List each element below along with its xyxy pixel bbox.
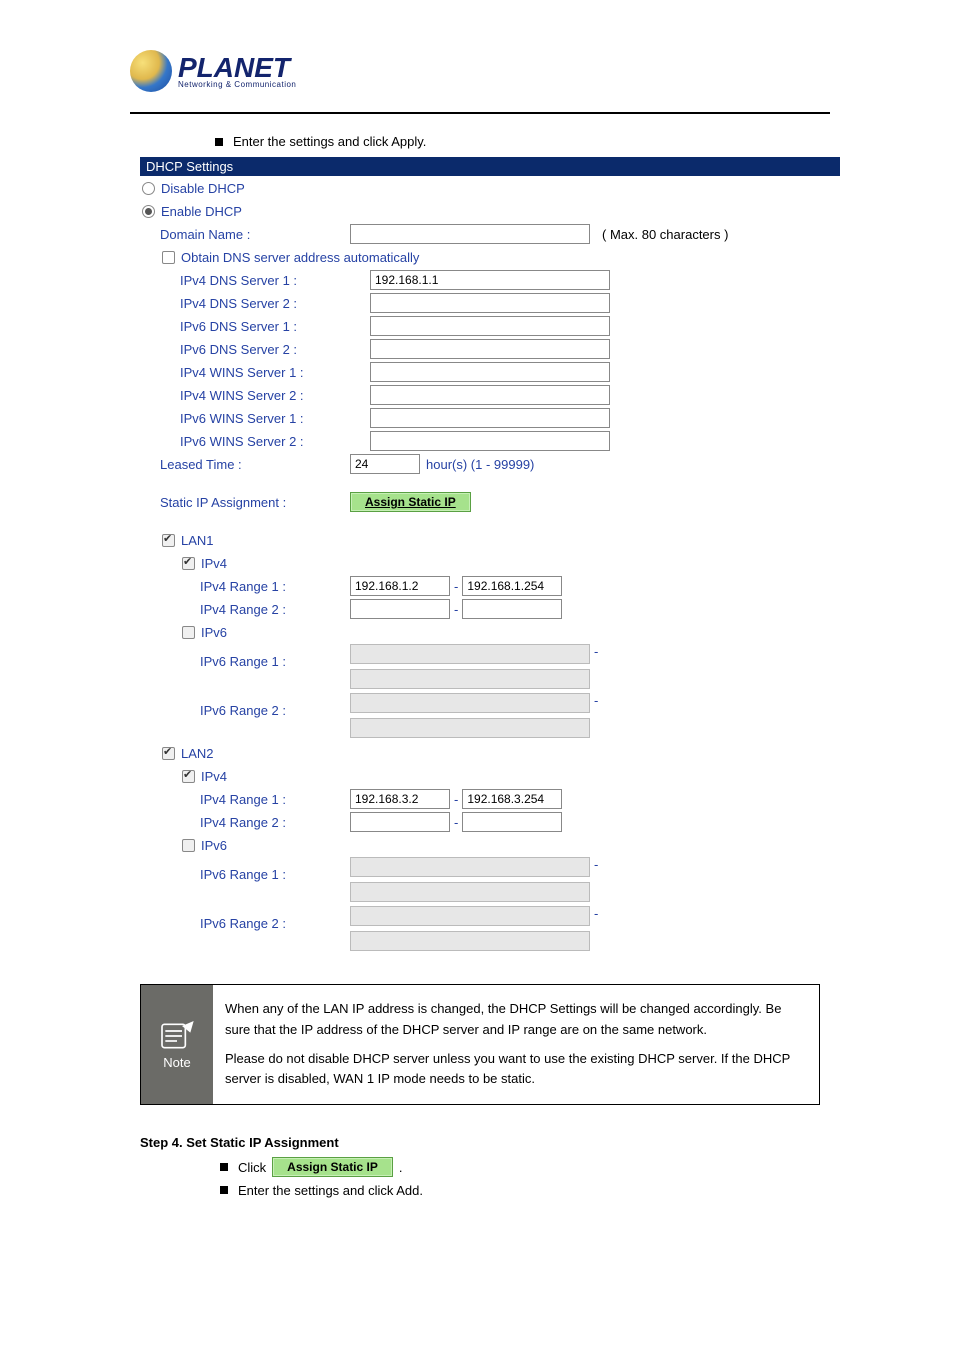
leased-time-input[interactable] [350, 454, 420, 474]
lan2-ipv6-range2-end-input [350, 931, 590, 951]
lan2-ipv4-checkbox[interactable] [182, 770, 195, 783]
ipv4-wins1-label: IPv4 WINS Server 1 : [180, 365, 370, 380]
disable-dhcp-radio[interactable] [142, 182, 155, 195]
ipv6-wins1-input[interactable] [370, 408, 610, 428]
lan2-ipv4-range2-end-input[interactable] [462, 812, 562, 832]
assign-static-ip-button[interactable]: Assign Static IP [350, 492, 471, 512]
note-line1: When any of the LAN IP address is change… [225, 999, 807, 1041]
ipv4-wins1-input[interactable] [370, 362, 610, 382]
domain-name-label: Domain Name : [160, 227, 350, 242]
lan2-ipv4-label: IPv4 [201, 769, 227, 784]
ipv4-dns1-input[interactable] [370, 270, 610, 290]
enable-dhcp-label: Enable DHCP [161, 204, 242, 219]
ipv6-dns1-input[interactable] [370, 316, 610, 336]
lan1-ipv4-range2-end-input[interactable] [462, 599, 562, 619]
disable-dhcp-label: Disable DHCP [161, 181, 245, 196]
ipv6-dns2-label: IPv6 DNS Server 2 : [180, 342, 370, 357]
intro-bullet: Enter the settings and click Apply. [215, 134, 914, 149]
lan1-ipv6-label: IPv6 [201, 625, 227, 640]
enable-dhcp-radio[interactable] [142, 205, 155, 218]
lan1-ipv4-range1-label: IPv4 Range 1 : [200, 579, 350, 594]
lan2-ipv4-range1-label: IPv4 Range 1 : [200, 792, 350, 807]
lan2-ipv6-range2-label: IPv6 Range 2 : [200, 906, 350, 931]
lan1-ipv6-checkbox[interactable] [182, 626, 195, 639]
lan1-ipv4-label: IPv4 [201, 556, 227, 571]
step4-bullet2: Enter the settings and click Add. [220, 1179, 914, 1201]
lan2-ipv6-range2-start-input [350, 906, 590, 926]
lan2-ipv6-checkbox[interactable] [182, 839, 195, 852]
lan1-checkbox[interactable] [162, 534, 175, 547]
domain-name-input[interactable] [350, 224, 590, 244]
lan2-title: LAN2 [181, 746, 214, 761]
obtain-dns-label: Obtain DNS server address automatically [181, 250, 419, 265]
lan2-ipv4-range1-end-input[interactable] [462, 789, 562, 809]
ipv4-wins2-label: IPv4 WINS Server 2 : [180, 388, 370, 403]
lan2-ipv4-range2-start-input[interactable] [350, 812, 450, 832]
brand-logo: PLANET Networking & Communication [130, 50, 914, 92]
section-header-dhcp: DHCP Settings [140, 157, 840, 176]
lan1-ipv6-range2-end-input [350, 718, 590, 738]
lan2-ipv6-label: IPv6 [201, 838, 227, 853]
domain-name-hint: ( Max. 80 characters ) [602, 227, 728, 242]
assign-static-ip-button-inline[interactable]: Assign Static IP [272, 1157, 393, 1177]
lan1-ipv4-range1-end-input[interactable] [462, 576, 562, 596]
ipv4-wins2-input[interactable] [370, 385, 610, 405]
lan2-ipv6-range1-label: IPv6 Range 1 : [200, 857, 350, 882]
ipv6-dns2-input[interactable] [370, 339, 610, 359]
lan1-ipv6-range1-end-input [350, 669, 590, 689]
ipv4-dns2-label: IPv4 DNS Server 2 : [180, 296, 370, 311]
brand-tagline: Networking & Communication [178, 80, 296, 89]
static-ip-label: Static IP Assignment : [160, 495, 350, 510]
ipv4-dns1-label: IPv4 DNS Server 1 : [180, 273, 370, 288]
ipv6-wins1-label: IPv6 WINS Server 1 : [180, 411, 370, 426]
brand-name: PLANET [178, 54, 296, 82]
header-divider [130, 112, 830, 114]
lan1-ipv4-checkbox[interactable] [182, 557, 195, 570]
step4-bullet1: Click Assign Static IP . [220, 1156, 914, 1178]
lan1-title: LAN1 [181, 533, 214, 548]
note-icon: Note [141, 985, 213, 1104]
globe-icon [130, 50, 172, 92]
lan1-ipv6-range1-start-input [350, 644, 590, 664]
lan2-ipv6-range1-end-input [350, 882, 590, 902]
note-icon-label: Note [163, 1055, 190, 1070]
lan1-ipv6-range2-label: IPv6 Range 2 : [200, 693, 350, 718]
note-box: Note When any of the LAN IP address is c… [140, 984, 820, 1105]
lan2-checkbox[interactable] [162, 747, 175, 760]
ipv6-dns1-label: IPv6 DNS Server 1 : [180, 319, 370, 334]
lan2-ipv4-range1-start-input[interactable] [350, 789, 450, 809]
step4-title: Step 4. Set Static IP Assignment [140, 1135, 914, 1150]
lan1-ipv6-range2-start-input [350, 693, 590, 713]
lan1-ipv4-range2-start-input[interactable] [350, 599, 450, 619]
lan2-ipv4-range2-label: IPv4 Range 2 : [200, 815, 350, 830]
note-line2: Please do not disable DHCP server unless… [225, 1049, 807, 1091]
leased-time-hint: hour(s) (1 - 99999) [426, 457, 534, 472]
lan1-ipv4-range1-start-input[interactable] [350, 576, 450, 596]
lan1-ipv4-range2-label: IPv4 Range 2 : [200, 602, 350, 617]
ipv4-dns2-input[interactable] [370, 293, 610, 313]
leased-time-label: Leased Time : [160, 457, 350, 472]
ipv6-wins2-input[interactable] [370, 431, 610, 451]
lan1-ipv6-range1-label: IPv6 Range 1 : [200, 644, 350, 669]
lan2-ipv6-range1-start-input [350, 857, 590, 877]
obtain-dns-checkbox[interactable] [162, 251, 175, 264]
ipv6-wins2-label: IPv6 WINS Server 2 : [180, 434, 370, 449]
